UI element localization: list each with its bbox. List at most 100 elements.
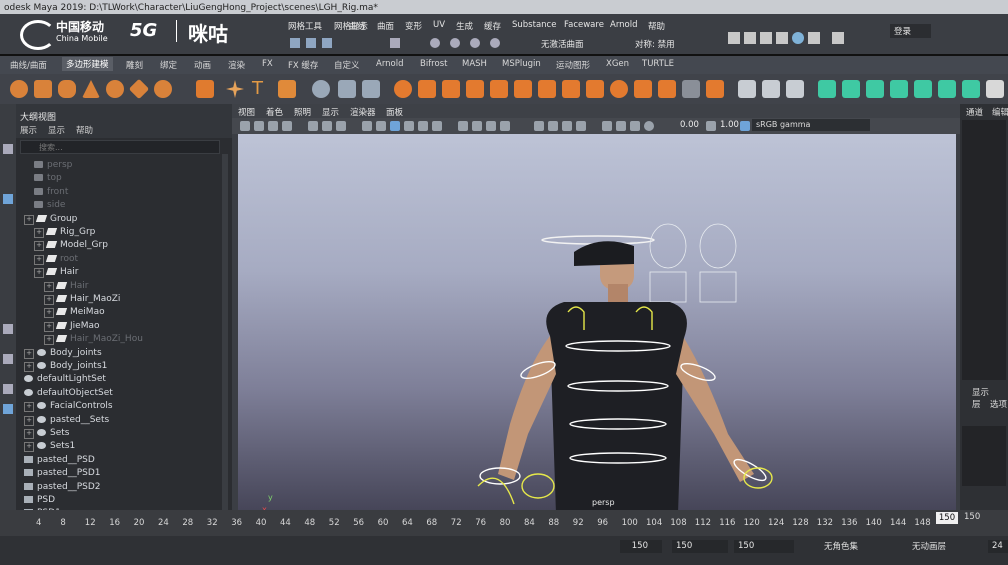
layout-single-icon[interactable]: [3, 324, 13, 334]
paint-select-icon[interactable]: [322, 38, 332, 48]
camera-select-icon[interactable]: [240, 121, 250, 131]
exposure-icon[interactable]: [630, 121, 640, 131]
current-frame-marker[interactable]: 150: [936, 512, 958, 524]
type-tool-icon[interactable]: T: [252, 80, 270, 98]
expand-icon[interactable]: +: [34, 228, 44, 238]
motion-blur-icon[interactable]: [548, 121, 558, 131]
uv-layout-icon[interactable]: [818, 80, 836, 98]
outliner-item[interactable]: side: [34, 200, 65, 210]
render-view-icon[interactable]: [808, 32, 820, 44]
outliner-item[interactable]: defaultObjectSet: [24, 388, 113, 398]
select-icon[interactable]: [290, 38, 300, 48]
tab-bifrost[interactable]: Bifrost: [420, 59, 447, 69]
tab-fx-cache[interactable]: FX 缓存: [288, 59, 318, 71]
xray-components-icon[interactable]: [500, 121, 510, 131]
outliner-item[interactable]: + Hair: [34, 267, 78, 279]
append-icon[interactable]: [538, 80, 556, 98]
outliner-item[interactable]: + MeiMao: [44, 307, 105, 319]
range-start-field[interactable]: 150: [620, 540, 662, 553]
vp-menu-renderer[interactable]: 渲染器: [350, 106, 376, 118]
tab-custom[interactable]: 自定义: [334, 59, 360, 71]
outliner-item[interactable]: + Hair_MaoZi: [44, 294, 120, 305]
expand-icon[interactable]: +: [24, 415, 34, 426]
gamma-value[interactable]: 1.00: [720, 120, 739, 130]
expand-icon[interactable]: +: [24, 442, 34, 453]
color-space-dropdown[interactable]: sRGB gamma: [752, 119, 870, 131]
menu-help[interactable]: 帮助: [648, 20, 665, 32]
outliner-item[interactable]: top: [34, 173, 62, 183]
expand-icon[interactable]: +: [24, 214, 34, 225]
menu-faceware[interactable]: Faceware: [564, 20, 604, 30]
tab-channels[interactable]: 通道: [966, 106, 983, 118]
expand-icon[interactable]: +: [24, 348, 34, 359]
uv-checker-icon[interactable]: [938, 80, 956, 98]
tab-turtle[interactable]: TURTLE: [642, 59, 674, 69]
outliner-item[interactable]: defaultLightSet: [24, 374, 106, 384]
film-gate-icon[interactable]: [322, 121, 332, 131]
outliner-item[interactable]: + root: [34, 254, 78, 265]
poly-disc-icon[interactable]: [154, 80, 172, 98]
outliner-item[interactable]: + Rig_Grp: [34, 227, 95, 238]
sculpt-icon[interactable]: [738, 80, 756, 98]
tab-rigging[interactable]: 绑定: [160, 59, 177, 71]
outliner-item[interactable]: + Body_joints: [24, 348, 102, 359]
combine-icon[interactable]: [312, 80, 330, 98]
tab-curves-surfaces[interactable]: 曲线/曲面: [10, 59, 47, 71]
outliner-item[interactable]: + Model_Grp: [34, 240, 108, 252]
wireframe-icon[interactable]: [362, 121, 372, 131]
outliner-item[interactable]: pasted__PSD1: [24, 468, 101, 478]
outliner-menu-help[interactable]: 帮助: [76, 124, 93, 136]
outliner-item[interactable]: + Body_joints1: [24, 361, 107, 372]
exposure-dial-icon[interactable]: [644, 121, 654, 131]
move-tool-icon[interactable]: [3, 194, 13, 204]
super-shape-icon[interactable]: [226, 80, 244, 98]
smooth-shade-icon[interactable]: [376, 121, 386, 131]
crease-icon[interactable]: [762, 80, 780, 98]
xray-joints-icon[interactable]: [486, 121, 496, 131]
ambient-occlusion-icon[interactable]: [534, 121, 544, 131]
extrude-icon[interactable]: [442, 80, 460, 98]
tab-msplugin[interactable]: MSPlugin: [502, 59, 541, 69]
tab-fx[interactable]: FX: [262, 59, 273, 69]
depth-of-field-icon[interactable]: [576, 121, 586, 131]
uv-unfold-icon[interactable]: [842, 80, 860, 98]
outliner-item[interactable]: persp: [34, 160, 72, 170]
outliner-item[interactable]: + Hair: [44, 281, 88, 292]
poly-cone-icon[interactable]: [82, 80, 100, 98]
quad-draw-icon[interactable]: [658, 80, 676, 98]
expand-icon[interactable]: +: [34, 254, 44, 265]
outliner-item[interactable]: + Hair_MaoZi_Hou: [44, 334, 143, 346]
view-transform-icon[interactable]: [740, 121, 750, 131]
render-frame-icon[interactable]: [728, 32, 740, 44]
poly-cylinder-icon[interactable]: [58, 80, 76, 98]
bevel-icon[interactable]: [490, 80, 508, 98]
color-mgmt-icon[interactable]: [602, 121, 612, 131]
resolution-gate-icon[interactable]: [336, 121, 346, 131]
expand-icon[interactable]: +: [24, 402, 34, 413]
menu-arnold[interactable]: Arnold: [610, 20, 638, 30]
camera-attr-icon[interactable]: [254, 121, 264, 131]
mirror-icon[interactable]: [418, 80, 436, 98]
snap-curve-icon[interactable]: [450, 38, 460, 48]
outliner-item[interactable]: + Sets1: [24, 441, 75, 453]
outliner-item[interactable]: + pasted__Sets: [24, 415, 109, 426]
expand-icon[interactable]: +: [44, 281, 54, 292]
outliner-item[interactable]: PSD: [24, 495, 55, 505]
anim-layer-dropdown[interactable]: 无动画层: [912, 540, 946, 552]
ipr-render-icon[interactable]: [744, 32, 756, 44]
symmetry-dropdown[interactable]: 对称: 禁用: [635, 38, 675, 50]
vp-menu-shading[interactable]: 着色: [266, 106, 283, 118]
smooth-icon[interactable]: [362, 80, 380, 98]
vp-menu-panels[interactable]: 面板: [386, 106, 403, 118]
tab-edit[interactable]: 编辑: [992, 106, 1008, 118]
layer-display-tab[interactable]: 显示: [972, 386, 989, 398]
outliner-item[interactable]: + JieMao: [44, 321, 99, 332]
vp-menu-view[interactable]: 视图: [238, 106, 255, 118]
poly-cube-icon[interactable]: [34, 80, 52, 98]
outliner-item[interactable]: + Group: [24, 214, 77, 225]
exposure-value[interactable]: 0.00: [680, 120, 699, 130]
fill-hole-icon[interactable]: [514, 80, 532, 98]
expand-icon[interactable]: +: [34, 268, 44, 279]
snap-grid-icon[interactable]: [430, 38, 440, 48]
outliner-item[interactable]: front: [34, 187, 68, 197]
